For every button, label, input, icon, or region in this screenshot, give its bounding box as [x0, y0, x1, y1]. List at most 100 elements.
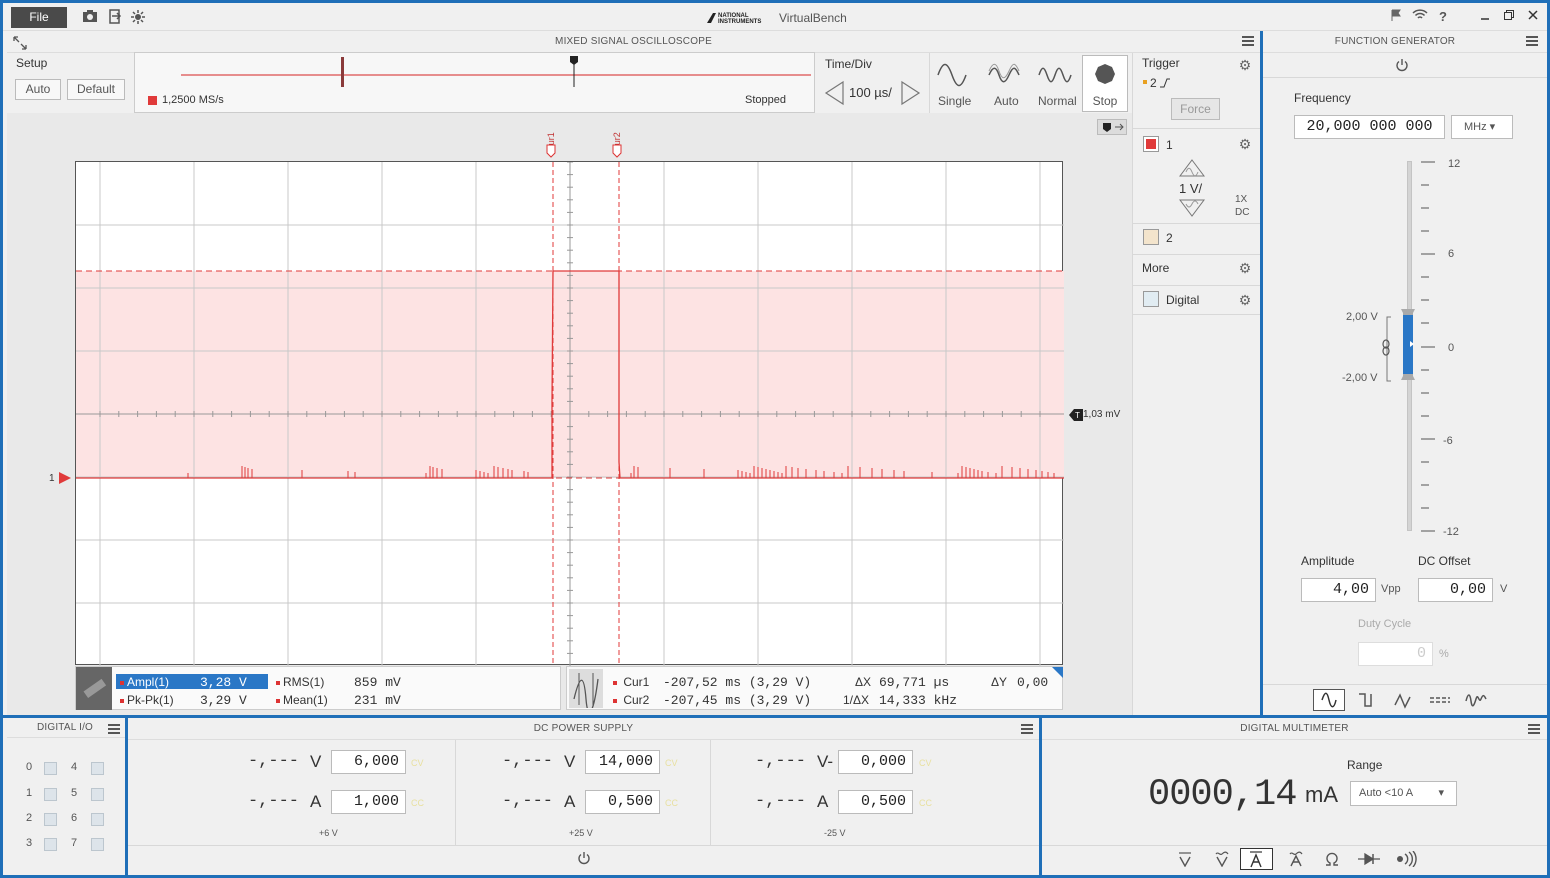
dc-offset-input[interactable]: 0,00 — [1418, 578, 1493, 602]
auto-setup-button[interactable]: Auto — [15, 79, 61, 100]
dio-2-checkbox[interactable] — [44, 813, 57, 826]
dmm-range-select[interactable]: Auto <10 A ▾ — [1350, 781, 1457, 806]
ac-current-mode-icon[interactable] — [1287, 851, 1305, 870]
auto-mode-label[interactable]: Auto — [994, 94, 1019, 108]
amplitude-input[interactable]: 4,00 — [1301, 578, 1376, 602]
psu2-current-setpoint[interactable]: 0,500 — [585, 790, 660, 814]
rms-label[interactable]: RMS(1) — [276, 675, 324, 689]
wifi-icon[interactable] — [1412, 9, 1428, 25]
psu-menu-icon[interactable] — [1021, 724, 1033, 734]
dmm-menu-icon[interactable] — [1528, 724, 1540, 734]
close-icon[interactable] — [1525, 9, 1541, 25]
default-setup-button[interactable]: Default — [67, 79, 125, 100]
timediv-value[interactable]: 100 µs/ — [849, 85, 892, 100]
dc-voltage-mode-icon[interactable] — [1176, 851, 1194, 870]
brightness-icon[interactable] — [130, 9, 146, 25]
flag-icon[interactable] — [1388, 9, 1404, 25]
single-mode-icon[interactable] — [936, 61, 972, 89]
trigger-level-marker[interactable]: T — [1069, 409, 1083, 424]
measure-tool-icon[interactable] — [76, 667, 112, 710]
square-wave-button[interactable] — [1356, 691, 1380, 712]
psu2-voltage-setpoint[interactable]: 14,000 — [585, 750, 660, 774]
dio-3-checkbox[interactable] — [44, 838, 57, 851]
dc-wave-button[interactable] — [1428, 691, 1452, 712]
minimize-icon[interactable] — [1477, 9, 1493, 25]
cur1-readout-value: -207,52 ms (3,29 V) — [663, 675, 812, 690]
scale-tick-12: 12 — [1448, 158, 1461, 170]
file-menu-button[interactable]: File — [11, 7, 67, 28]
arbitrary-wave-button[interactable] — [1464, 691, 1488, 712]
timediv-decrease-icon[interactable] — [823, 80, 845, 109]
more-settings-icon[interactable]: ⚙ — [1238, 261, 1252, 275]
link-levels-icon[interactable] — [1381, 315, 1397, 386]
frequency-unit-select[interactable]: MHz ▾ — [1451, 115, 1513, 139]
cursor-tool-icon[interactable] — [569, 669, 603, 713]
frequency-input[interactable]: 20,000 000 000 — [1294, 115, 1445, 139]
auto-mode-icon[interactable] — [987, 61, 1023, 89]
pkpk-label[interactable]: Pk-Pk(1) — [120, 693, 174, 707]
camera-icon[interactable] — [82, 9, 98, 25]
waveform-display[interactable] — [75, 161, 1064, 666]
timediv-increase-icon[interactable] — [900, 80, 922, 109]
ch1-offset-marker[interactable] — [58, 471, 72, 488]
psu1-voltage-setpoint[interactable]: 6,000 — [331, 750, 406, 774]
normal-mode-icon[interactable] — [1037, 61, 1073, 89]
ch1-scale-up-icon[interactable] — [1178, 158, 1206, 181]
ch1-scale-down-icon[interactable] — [1178, 198, 1206, 221]
dio-7-checkbox[interactable] — [91, 838, 104, 851]
single-mode-label[interactable]: Single — [938, 94, 971, 108]
digital-settings-icon[interactable]: ⚙ — [1238, 293, 1252, 307]
fgen-power-icon[interactable] — [1395, 58, 1409, 75]
duty-cycle-input[interactable]: 0 — [1358, 642, 1433, 666]
force-trigger-button[interactable]: Force — [1171, 98, 1220, 120]
mean-label[interactable]: Mean(1) — [276, 693, 328, 707]
continuity-mode-icon[interactable] — [1396, 850, 1418, 870]
ch2-enable-checkbox[interactable] — [1143, 229, 1159, 245]
measurements-panel: Ampl(1) 3,28 V Pk-Pk(1) 3,29 V RMS(1) 85… — [75, 666, 561, 710]
psu2-cv-indicator: CV — [665, 758, 678, 768]
dc-current-mode-button[interactable] — [1240, 848, 1273, 870]
ch1-probe[interactable]: 1X — [1235, 194, 1247, 205]
triangle-wave-button[interactable] — [1392, 691, 1416, 712]
export-icon[interactable] — [107, 9, 123, 25]
ch1-coupling[interactable]: DC — [1235, 207, 1249, 218]
psu3-voltage-setpoint[interactable]: 0,000 — [838, 750, 913, 774]
dio-6-checkbox[interactable] — [91, 813, 104, 826]
help-icon[interactable]: ? — [1435, 9, 1451, 25]
fgen-menu-icon[interactable] — [1526, 36, 1538, 46]
digital-enable-checkbox[interactable] — [1143, 291, 1159, 307]
ch1-scale[interactable]: 1 V/ — [1179, 181, 1202, 196]
diode-mode-icon[interactable] — [1357, 851, 1381, 870]
dmm-reading: 0000,14 — [1148, 774, 1297, 816]
ch1-enable-checkbox[interactable] — [1143, 136, 1159, 152]
dio-4-checkbox[interactable] — [91, 762, 104, 775]
scope-menu-icon[interactable] — [1242, 36, 1254, 46]
waveform-overview[interactable]: 1,2500 MS/s Stopped — [134, 52, 815, 113]
trigger-settings-icon[interactable]: ⚙ — [1238, 58, 1252, 72]
sine-wave-button[interactable] — [1313, 689, 1345, 711]
dio-0-checkbox[interactable] — [44, 762, 57, 775]
psu-power-icon[interactable] — [577, 851, 591, 868]
cursor1-handle[interactable]: Cur1 — [544, 124, 558, 158]
cursor2-handle[interactable]: Cur2 — [610, 124, 624, 158]
rms-value: 859 mV — [354, 675, 401, 690]
dio-5-checkbox[interactable] — [91, 788, 104, 801]
ch1-settings-icon[interactable]: ⚙ — [1238, 137, 1252, 151]
normal-mode-label[interactable]: Normal — [1038, 94, 1077, 108]
more-label[interactable]: More — [1142, 261, 1169, 275]
ampl-label[interactable]: Ampl(1) — [120, 675, 169, 689]
dx-value: 69,771 µs — [879, 675, 950, 690]
app-window: File NATIONALINSTRUMENTS VirtualBench ? — [3, 3, 1547, 875]
dio-1-checkbox[interactable] — [44, 788, 57, 801]
psu1-current-setpoint[interactable]: 1,000 — [331, 790, 406, 814]
ac-voltage-mode-icon[interactable] — [1213, 851, 1231, 870]
dio-menu-icon[interactable] — [108, 724, 120, 734]
level-slider-handle[interactable] — [1398, 306, 1418, 383]
psu3-current-setpoint[interactable]: 0,500 — [838, 790, 913, 814]
stop-button[interactable]: Stop — [1082, 55, 1128, 112]
restore-icon[interactable] — [1501, 9, 1517, 25]
trigger-position-button[interactable] — [1097, 119, 1127, 135]
resistance-mode-icon[interactable] — [1323, 851, 1341, 870]
psu2-voltage-unit: V — [564, 752, 576, 771]
trigger-source[interactable]: 2 — [1150, 76, 1157, 90]
